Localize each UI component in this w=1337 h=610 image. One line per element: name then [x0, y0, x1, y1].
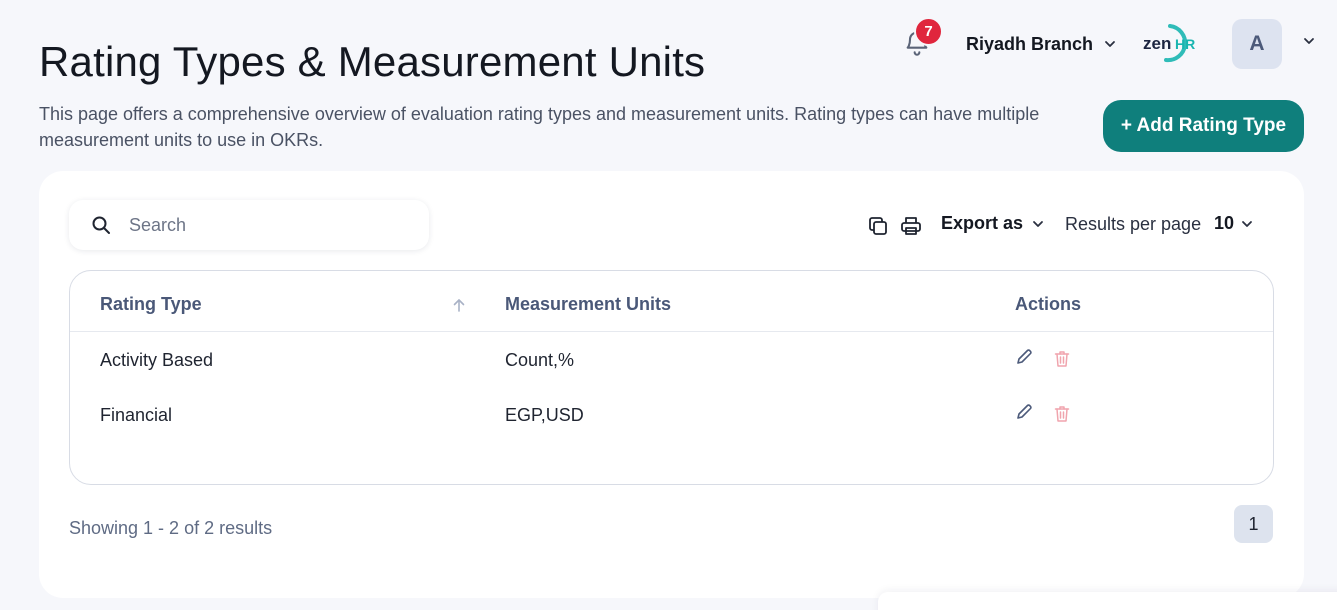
- branch-selector[interactable]: Riyadh Branch: [966, 32, 1117, 56]
- rating-type-cell: Financial: [100, 405, 173, 425]
- results-per-page-value: 10: [1214, 213, 1235, 233]
- svg-text:zen: zen: [1143, 34, 1171, 53]
- branch-label: Riyadh Branch: [966, 33, 1094, 54]
- page-title: Rating Types & Measurement Units: [39, 38, 706, 85]
- sort-ascending-icon[interactable]: [451, 297, 467, 313]
- rating-type-cell: Activity Based: [100, 350, 214, 370]
- svg-text:HR: HR: [1175, 36, 1195, 52]
- results-per-page-select[interactable]: 10: [1214, 213, 1254, 234]
- search-box: [69, 200, 429, 250]
- chevron-down-icon: [1242, 220, 1252, 227]
- table-row: Financial EGP,USD: [70, 387, 1273, 442]
- print-icon[interactable]: [900, 215, 922, 237]
- results-summary: Showing 1 - 2 of 2 results: [69, 518, 273, 538]
- add-rating-type-button[interactable]: + Add Rating Type: [1103, 100, 1304, 152]
- avatar[interactable]: A: [1232, 19, 1282, 69]
- bottom-panel: [878, 592, 1337, 610]
- rating-types-card: Export as Results per page 10 Rating Typ…: [39, 171, 1304, 598]
- chevron-down-icon[interactable]: [1302, 34, 1316, 48]
- chevron-down-icon: [1105, 41, 1115, 47]
- column-header-actions: Actions: [1015, 294, 1082, 314]
- pagination-page-button[interactable]: 1: [1234, 505, 1273, 543]
- column-header-measurement-units: Measurement Units: [505, 294, 672, 314]
- measurement-units-cell: EGP,USD: [505, 405, 584, 425]
- search-icon: [92, 216, 110, 234]
- trash-icon[interactable]: [1054, 350, 1070, 368]
- chevron-down-icon: [1033, 220, 1043, 227]
- export-dropdown[interactable]: Export as: [941, 213, 1045, 234]
- edit-icon[interactable]: [1015, 348, 1033, 366]
- export-label: Export as: [941, 213, 1024, 233]
- results-per-page-label: Results per page: [1065, 214, 1202, 234]
- table-row: Activity Based Count,%: [70, 332, 1273, 387]
- trash-icon[interactable]: [1054, 405, 1070, 423]
- zenhr-logo: zen HR: [1142, 22, 1200, 64]
- column-header-rating-type[interactable]: Rating Type: [100, 294, 202, 315]
- copy-icon[interactable]: [867, 215, 889, 237]
- search-input[interactable]: [129, 214, 379, 236]
- page-description: This page offers a comprehensive overvie…: [39, 104, 1040, 150]
- measurement-units-cell: Count,%: [505, 350, 575, 370]
- edit-icon[interactable]: [1015, 403, 1033, 421]
- rating-types-table: Rating Type Measurement Units Actions Ac…: [69, 270, 1274, 485]
- notification-badge: 7: [914, 17, 943, 46]
